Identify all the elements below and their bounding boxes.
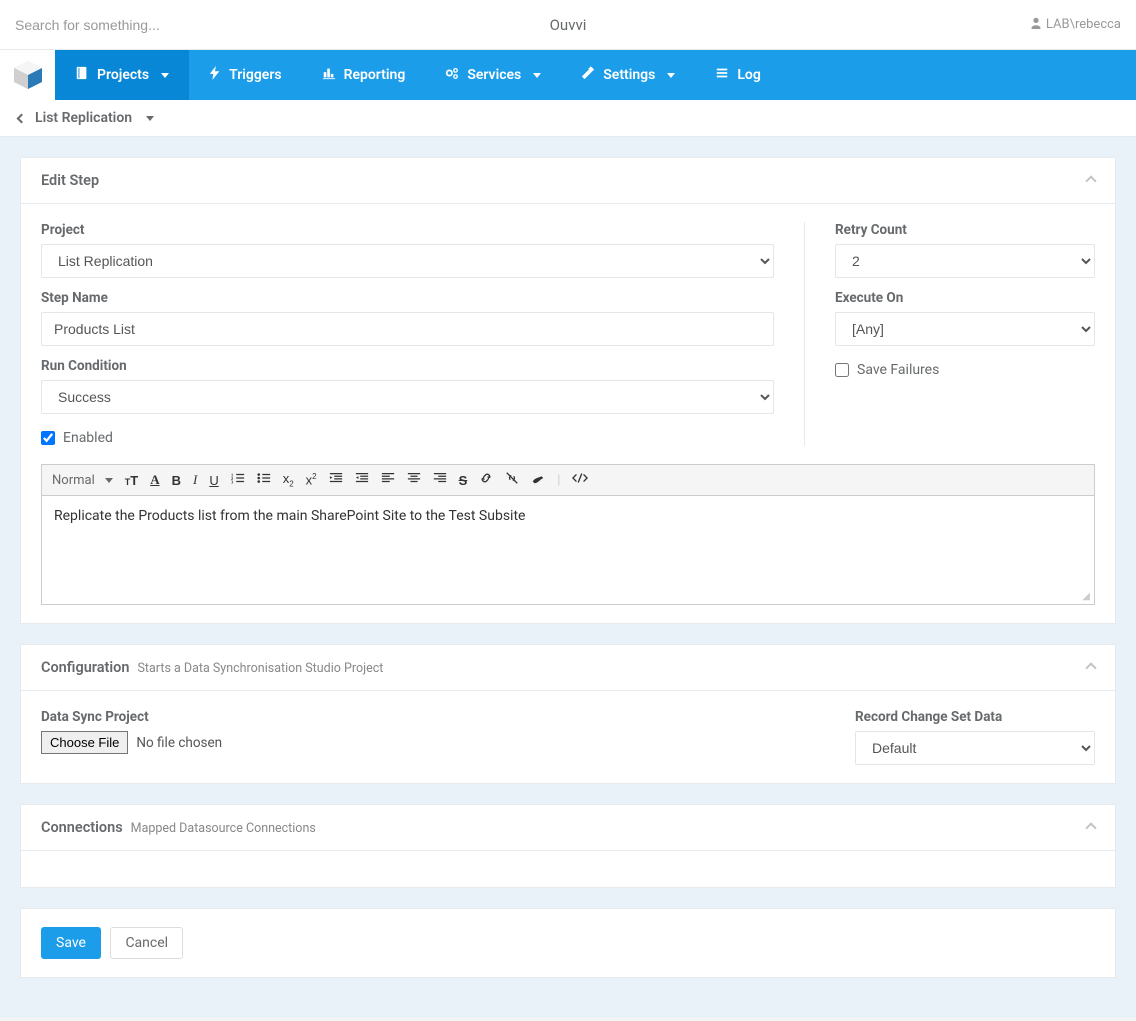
panel-heading: Edit Step	[21, 158, 1115, 204]
toolbar-divider: |	[557, 473, 560, 488]
save-failures-label: Save Failures	[857, 362, 939, 378]
nav-services[interactable]: Services	[425, 50, 561, 100]
record-change-set-select[interactable]: Default	[855, 731, 1095, 765]
top-bar: Ouvvi LAB\rebecca	[0, 0, 1136, 50]
ordered-list-icon[interactable]: 123	[231, 471, 245, 489]
link-icon[interactable]	[479, 471, 493, 489]
collapse-toggle[interactable]	[1087, 661, 1095, 676]
nav-item-label: Triggers	[229, 67, 282, 83]
style-dropdown[interactable]: Normal	[52, 473, 113, 488]
editor-content[interactable]: Replicate the Products list from the mai…	[42, 496, 1094, 591]
nav-log[interactable]: Log	[695, 50, 780, 100]
chevron-down-icon	[667, 73, 675, 78]
run-condition-label: Run Condition	[41, 358, 774, 374]
choose-file-button[interactable]: Choose File	[41, 731, 128, 754]
enabled-label: Enabled	[63, 430, 113, 446]
execute-on-select[interactable]: [Any]	[835, 312, 1095, 346]
logo[interactable]	[0, 50, 55, 100]
code-view-icon[interactable]	[572, 471, 588, 489]
collapse-toggle[interactable]	[1087, 174, 1095, 189]
outdent-icon[interactable]	[329, 471, 343, 489]
record-change-set-label: Record Change Set Data	[855, 709, 1095, 725]
list-icon	[715, 66, 729, 84]
user-menu[interactable]: LAB\rebecca	[1030, 17, 1121, 33]
step-name-label: Step Name	[41, 290, 774, 306]
retry-count-label: Retry Count	[835, 222, 1095, 238]
breadcrumb-label: List Replication	[35, 110, 132, 126]
clear-format-icon[interactable]	[531, 471, 545, 489]
bold-icon[interactable]: B	[172, 473, 181, 488]
cancel-button[interactable]: Cancel	[110, 927, 183, 959]
nav-item-label: Projects	[97, 67, 149, 83]
font-size-icon[interactable]: TT	[125, 473, 138, 488]
strikethrough-icon[interactable]: S	[459, 473, 468, 488]
nav-item-label: Log	[737, 67, 760, 83]
nav-projects[interactable]: Projects	[55, 50, 189, 100]
indent-icon[interactable]	[355, 471, 369, 489]
chevron-down-icon	[146, 116, 154, 121]
step-name-input[interactable]	[41, 312, 774, 346]
style-dropdown-label: Normal	[52, 473, 95, 488]
chevron-down-icon	[533, 73, 541, 78]
unordered-list-icon[interactable]	[257, 471, 271, 489]
user-label: LAB\rebecca	[1046, 17, 1121, 32]
align-left-icon[interactable]	[381, 471, 395, 489]
breadcrumb[interactable]: List Replication	[0, 100, 1136, 137]
editor-toolbar: Normal TT A B I U 123 x	[42, 465, 1094, 496]
project-select[interactable]: List Replication	[41, 244, 774, 278]
run-condition-select[interactable]: Success	[41, 380, 774, 414]
project-label: Project	[41, 222, 774, 238]
execute-on-label: Execute On	[835, 290, 1095, 306]
user-icon	[1030, 17, 1042, 33]
rich-text-editor: Normal TT A B I U 123 x	[41, 464, 1095, 605]
chevron-down-icon	[161, 73, 169, 78]
align-center-icon[interactable]	[407, 471, 421, 489]
font-color-icon[interactable]: A	[150, 472, 159, 488]
panel-subtitle: Mapped Datasource Connections	[131, 821, 316, 836]
chevron-up-icon	[1085, 175, 1096, 186]
collapse-toggle[interactable]	[1087, 821, 1095, 836]
file-status: No file chosen	[136, 735, 222, 751]
wand-icon	[581, 66, 595, 84]
panel-configuration: Configuration Starts a Data Synchronisat…	[20, 644, 1116, 784]
book-icon	[75, 66, 89, 84]
chevron-up-icon	[1085, 822, 1096, 833]
primary-nav: Projects Triggers Reporting Services Set…	[0, 50, 1136, 100]
search-input[interactable]	[15, 0, 315, 49]
panel-title: Configuration	[41, 659, 130, 676]
save-button[interactable]: Save	[41, 927, 101, 959]
unlink-icon[interactable]	[505, 471, 519, 489]
underline-icon[interactable]: U	[209, 473, 218, 488]
page-body: Edit Step Project List Replication Step …	[0, 137, 1136, 1018]
italic-icon[interactable]: I	[193, 472, 197, 488]
superscript-icon[interactable]: x2	[306, 472, 317, 487]
panel-title: Connections	[41, 819, 123, 836]
nav-item-label: Settings	[603, 67, 655, 83]
nav-settings[interactable]: Settings	[561, 50, 695, 100]
panel-title: Edit Step	[41, 172, 99, 189]
chevron-left-icon	[17, 113, 27, 123]
nav-item-label: Services	[467, 67, 521, 83]
app-logo-icon	[12, 59, 44, 91]
resize-handle-icon[interactable]: ◢	[42, 591, 1094, 604]
panel-subtitle: Starts a Data Synchronisation Studio Pro…	[138, 661, 384, 676]
cogs-icon	[445, 66, 459, 84]
panel-connections: Connections Mapped Datasource Connection…	[20, 804, 1116, 888]
nav-triggers[interactable]: Triggers	[189, 50, 302, 100]
enabled-checkbox[interactable]	[41, 431, 55, 445]
subscript-icon[interactable]: x2	[283, 471, 294, 489]
align-right-icon[interactable]	[433, 471, 447, 489]
nav-reporting[interactable]: Reporting	[302, 50, 426, 100]
svg-text:3: 3	[231, 479, 234, 484]
chevron-down-icon	[105, 478, 113, 483]
panel-edit-step: Edit Step Project List Replication Step …	[20, 157, 1116, 624]
chevron-up-icon	[1085, 662, 1096, 673]
retry-count-select[interactable]: 2	[835, 244, 1095, 278]
bolt-icon	[209, 66, 221, 84]
action-panel: Save Cancel	[20, 908, 1116, 978]
chart-icon	[322, 66, 336, 84]
save-failures-checkbox[interactable]	[835, 363, 849, 377]
nav-item-label: Reporting	[344, 67, 406, 83]
data-sync-project-label: Data Sync Project	[41, 709, 222, 725]
